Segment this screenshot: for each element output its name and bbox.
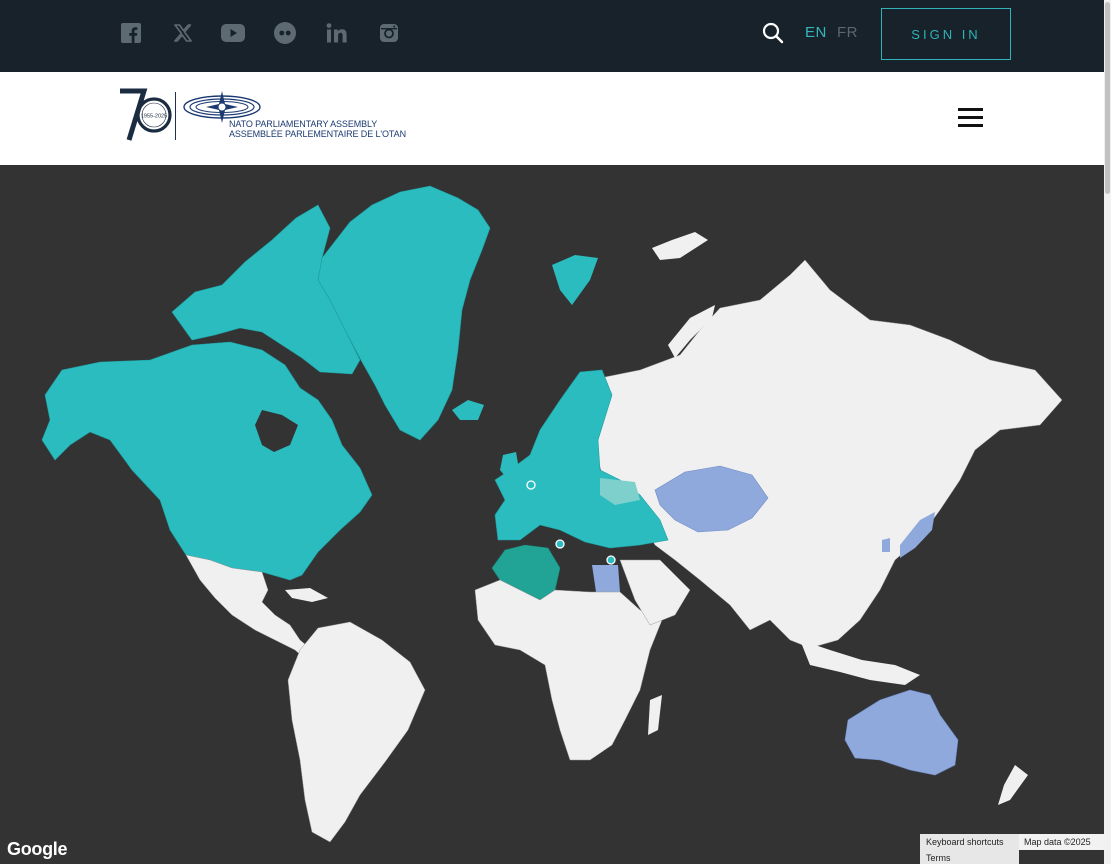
map-marker-mediterranean[interactable] — [555, 539, 565, 549]
x-icon[interactable] — [170, 20, 196, 46]
map-region-north-america[interactable] — [41, 341, 373, 581]
logo-divider — [175, 92, 176, 140]
language-en-link[interactable]: EN — [805, 24, 827, 41]
map-country-new-zealand[interactable] — [998, 765, 1028, 805]
map-country-egypt[interactable] — [592, 565, 620, 592]
keyboard-shortcuts-link[interactable]: Keyboard shortcuts — [920, 834, 1019, 850]
page: EN FR SIGN IN 1955-2025 NATO PARLIAMENTA… — [0, 0, 1111, 864]
hamburger-menu-icon[interactable] — [958, 108, 983, 128]
site-header: 1955-2025 NATO PARLIAMENTARY ASSEMBLY AS… — [0, 72, 1104, 165]
youtube-icon[interactable] — [220, 20, 246, 46]
map-region-svalbard[interactable] — [552, 255, 598, 305]
logo-text-french: ASSEMBLÉE PARLEMENTAIRE DE L'OTAN — [229, 129, 406, 139]
map-data-credit: Map data ©2025 — [1019, 834, 1104, 850]
nato-pa-logo[interactable]: 1955-2025 NATO PARLIAMENTARY ASSEMBLY AS… — [118, 88, 406, 144]
map-country-australia[interactable] — [844, 689, 959, 776]
logo-text-english: NATO PARLIAMENTARY ASSEMBLY — [229, 119, 378, 129]
world-map[interactable]: Google Keyboard shortcuts Map data ©2025… — [0, 165, 1104, 864]
language-fr-link[interactable]: FR — [837, 24, 858, 41]
top-bar: EN FR SIGN IN — [0, 0, 1104, 72]
map-country-iceland[interactable] — [452, 400, 484, 420]
map-marker-brussels[interactable] — [526, 480, 536, 490]
map-country-greenland[interactable] — [317, 185, 491, 441]
linkedin-icon[interactable] — [324, 20, 350, 46]
map-region-arctic-islands[interactable] — [652, 232, 708, 260]
map-marker-middle-east[interactable] — [606, 555, 616, 565]
map-country-south-korea[interactable] — [882, 538, 890, 552]
anniversary-70-logo: 1955-2025 — [120, 88, 172, 141]
map-region-africa[interactable] — [474, 579, 663, 761]
google-logo[interactable]: Google — [7, 839, 68, 860]
terms-link[interactable]: Terms — [920, 850, 1019, 864]
instagram-icon[interactable] — [376, 20, 402, 46]
logo-years: 1955-2025 — [141, 114, 167, 120]
social-links — [118, 20, 428, 46]
map-region-caribbean[interactable] — [285, 588, 328, 602]
map-attribution: Keyboard shortcuts Map data ©2025 Terms — [920, 834, 1104, 864]
sign-in-button[interactable]: SIGN IN — [881, 8, 1011, 60]
flickr-icon[interactable] — [272, 20, 298, 46]
map-region-south-america[interactable] — [287, 621, 426, 843]
map-region-se-asia-islands[interactable] — [800, 640, 920, 685]
search-icon[interactable] — [760, 20, 786, 46]
world-map-canvas[interactable] — [0, 165, 1104, 864]
map-country-madagascar[interactable] — [648, 695, 662, 735]
scrollbar-thumb[interactable] — [1105, 2, 1110, 194]
facebook-icon[interactable] — [118, 20, 144, 46]
